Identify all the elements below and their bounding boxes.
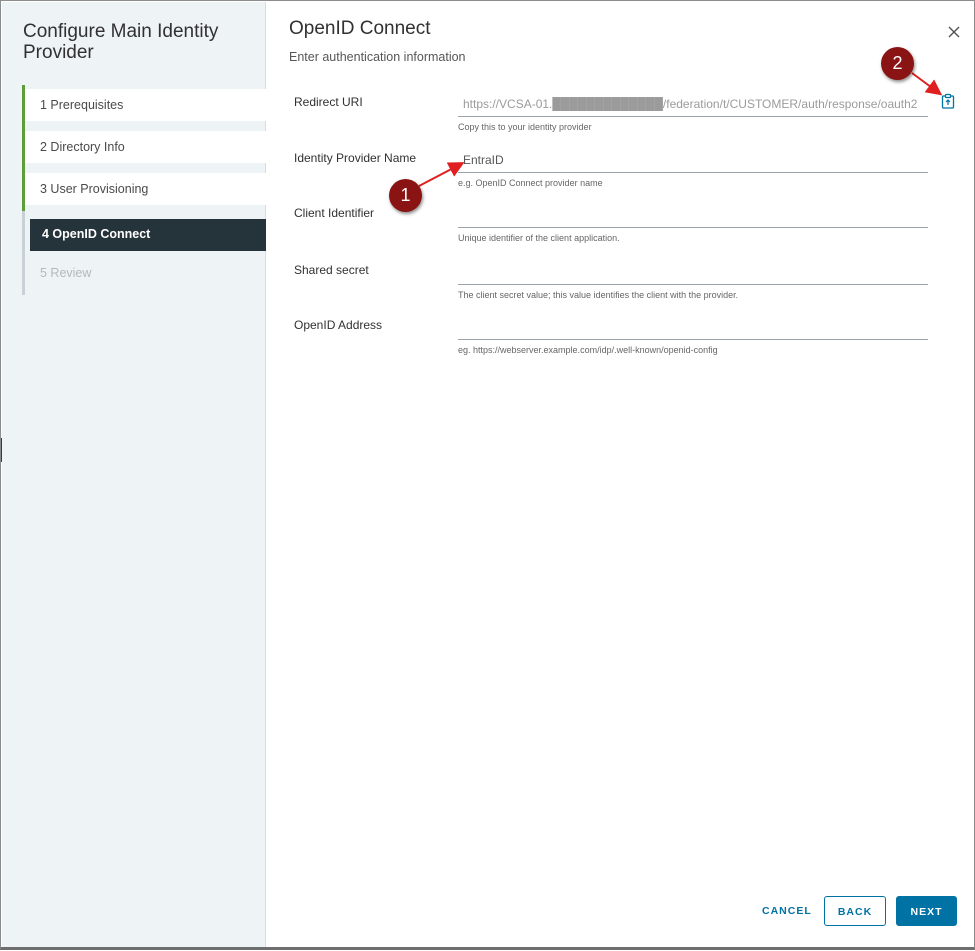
- close-icon: [948, 26, 960, 38]
- page-subtitle: Enter authentication information: [289, 50, 466, 64]
- idp-name-label: Identity Provider Name: [294, 151, 417, 165]
- step-label: 5 Review: [40, 266, 92, 280]
- step-rail: [22, 211, 25, 253]
- client-id-label: Client Identifier: [294, 206, 375, 220]
- client-id-field: Unique identifier of the client applicat…: [458, 206, 928, 243]
- copy-clipboard-icon: [941, 93, 955, 109]
- idp-name-field: e.g. OpenID Connect provider name: [458, 151, 928, 188]
- cancel-button[interactable]: CANCEL: [756, 896, 812, 926]
- step-label: 1 Prerequisites: [40, 98, 124, 112]
- client-id-input[interactable]: [458, 207, 928, 228]
- back-button[interactable]: BACK: [824, 896, 886, 926]
- shared-secret-field: The client secret value; this value iden…: [458, 263, 928, 300]
- step-user-provisioning[interactable]: 3 User Provisioning: [22, 169, 266, 211]
- redirect-uri-input[interactable]: [458, 96, 928, 117]
- step-label: 3 User Provisioning: [40, 182, 149, 196]
- step-openid-connect[interactable]: 4 OpenID Connect: [22, 211, 266, 253]
- client-id-helper: Unique identifier of the client applicat…: [458, 233, 620, 243]
- openid-address-input[interactable]: [458, 319, 928, 340]
- step-prerequisites[interactable]: 1 Prerequisites: [22, 85, 266, 127]
- annotation-marker-1: 1: [389, 179, 422, 212]
- idp-name-helper: e.g. OpenID Connect provider name: [458, 178, 603, 188]
- openid-address-field: eg. https://webserver.example.com/idp/.w…: [458, 318, 928, 355]
- wizard-sidebar: Configure Main Identity Provider 1 Prere…: [2, 2, 266, 947]
- redirect-uri-helper: Copy this to your identity provider: [458, 122, 592, 132]
- idp-name-input[interactable]: [458, 152, 928, 173]
- shared-secret-label: Shared secret: [294, 263, 369, 277]
- next-button[interactable]: NEXT: [896, 896, 957, 926]
- redirect-uri-field: Copy this to your identity provider: [458, 95, 928, 132]
- shared-secret-input[interactable]: [458, 264, 928, 285]
- page-title: OpenID Connect: [289, 18, 431, 39]
- step-label: 2 Directory Info: [40, 140, 125, 154]
- wizard-dialog: Configure Main Identity Provider 1 Prere…: [0, 0, 975, 950]
- wizard-title: Configure Main Identity Provider: [23, 21, 219, 63]
- wizard-main: OpenID Connect Enter authentication info…: [266, 2, 975, 947]
- step-directory-info[interactable]: 2 Directory Info: [22, 127, 266, 169]
- wizard-steps: 1 Prerequisites 2 Directory Info 3 User …: [22, 85, 266, 295]
- openid-address-label: OpenID Address: [294, 318, 383, 332]
- step-label: 4 OpenID Connect: [42, 227, 151, 241]
- openid-address-helper: eg. https://webserver.example.com/idp/.w…: [458, 345, 718, 355]
- shared-secret-helper: The client secret value; this value iden…: [458, 290, 739, 300]
- copy-redirect-uri-button[interactable]: [940, 93, 956, 109]
- step-review: 5 Review: [22, 253, 266, 295]
- close-button[interactable]: [946, 24, 962, 40]
- redirect-uri-label: Redirect URI: [294, 95, 363, 109]
- annotation-marker-2: 2: [881, 47, 914, 80]
